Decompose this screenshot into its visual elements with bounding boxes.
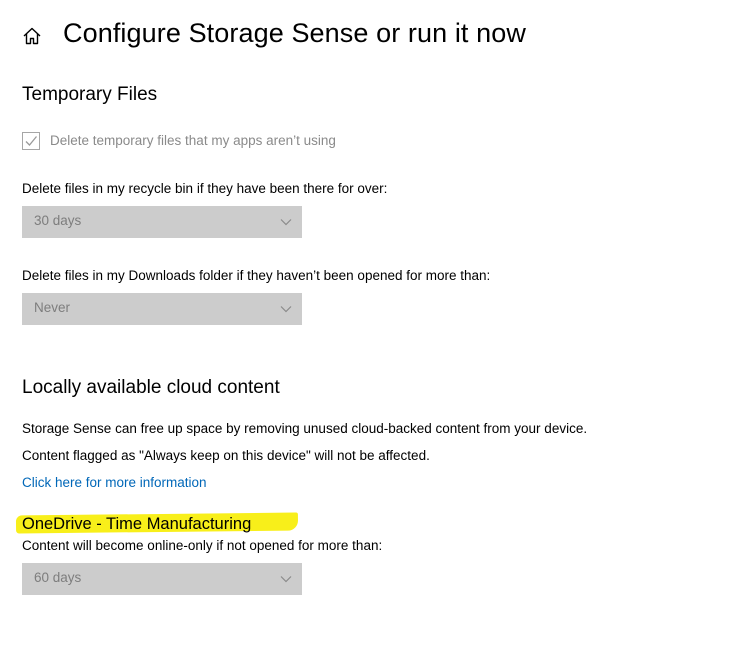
chevron-down-icon: [280, 306, 292, 313]
page-title: Configure Storage Sense or run it now: [63, 18, 526, 48]
delete-temp-files-label: Delete temporary files that my apps aren…: [50, 133, 336, 148]
recycle-bin-dropdown-value: 30 days: [34, 213, 82, 228]
cloud-content-heading: Locally available cloud content: [22, 377, 280, 398]
delete-temp-files-checkbox[interactable]: [22, 132, 40, 150]
recycle-bin-dropdown[interactable]: 30 days: [22, 206, 302, 238]
checkmark-icon: [25, 136, 38, 146]
cloud-description-line1: Storage Sense can free up space by remov…: [22, 421, 588, 436]
downloads-dropdown[interactable]: Never: [22, 293, 302, 325]
onedrive-dropdown-value: 60 days: [34, 570, 82, 585]
more-info-link[interactable]: Click here for more information: [22, 475, 207, 490]
home-icon[interactable]: [22, 26, 42, 46]
temporary-files-heading: Temporary Files: [22, 84, 158, 105]
onedrive-label: Content will become online-only if not o…: [22, 538, 383, 553]
downloads-label: Delete files in my Downloads folder if t…: [22, 268, 491, 283]
cloud-description-line2: Content flagged as "Always keep on this …: [22, 448, 430, 463]
chevron-down-icon: [280, 219, 292, 226]
chevron-down-icon: [280, 576, 292, 583]
downloads-dropdown-value: Never: [34, 300, 71, 315]
onedrive-dropdown[interactable]: 60 days: [22, 563, 302, 595]
onedrive-heading: OneDrive - Time Manufacturing: [22, 515, 252, 533]
recycle-bin-label: Delete files in my recycle bin if they h…: [22, 181, 388, 196]
